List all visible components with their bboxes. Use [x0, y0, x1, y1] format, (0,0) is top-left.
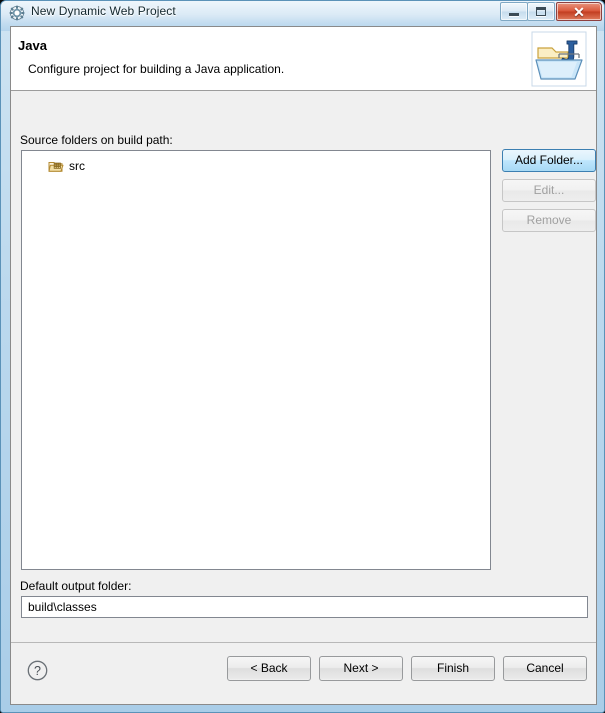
wizard-banner: Java Configure project for building a Ja… [11, 27, 596, 91]
output-folder-label: Default output folder: [20, 579, 132, 593]
title-bar[interactable]: New Dynamic Web Project ✕ [1, 1, 604, 25]
dialog-window: New Dynamic Web Project ✕ Java Configure… [0, 0, 605, 713]
finish-button[interactable]: Finish [411, 656, 495, 681]
page-description: Configure project for building a Java ap… [28, 62, 285, 76]
output-folder-input[interactable] [21, 596, 588, 618]
source-folders-label: Source folders on build path: [20, 133, 173, 147]
list-item-label: src [69, 159, 85, 173]
footer-buttons: < Back Next > Finish Cancel [227, 656, 587, 681]
list-item[interactable]: src [48, 157, 85, 175]
maximize-button[interactable] [527, 2, 555, 21]
close-icon: ✕ [573, 3, 585, 20]
back-button[interactable]: < Back [227, 656, 311, 681]
dialog-client-area: Java Configure project for building a Ja… [10, 26, 597, 705]
java-folder-banner-icon [531, 31, 587, 87]
minimize-icon [509, 13, 519, 16]
edit-button[interactable]: Edit... [502, 179, 596, 202]
close-button[interactable]: ✕ [556, 2, 602, 21]
window-title: New Dynamic Web Project [31, 4, 176, 18]
wizard-content: Source folders on build path: src Add Fo… [11, 92, 596, 640]
source-folders-list[interactable]: src [21, 150, 491, 570]
svg-text:?: ? [34, 664, 41, 678]
page-title: Java [18, 38, 47, 53]
cancel-button[interactable]: Cancel [503, 656, 587, 681]
remove-button[interactable]: Remove [502, 209, 596, 232]
dialog-button-bar: ? < Back Next > Finish Cancel [11, 642, 596, 704]
minimize-button[interactable] [500, 2, 528, 21]
add-folder-button[interactable]: Add Folder... [502, 149, 596, 172]
maximize-icon [536, 7, 546, 16]
window-controls: ✕ [500, 2, 602, 22]
next-button[interactable]: Next > [319, 656, 403, 681]
wizard-gear-icon [9, 5, 25, 21]
source-folder-icon [48, 158, 64, 174]
help-question-icon[interactable]: ? [27, 660, 48, 681]
